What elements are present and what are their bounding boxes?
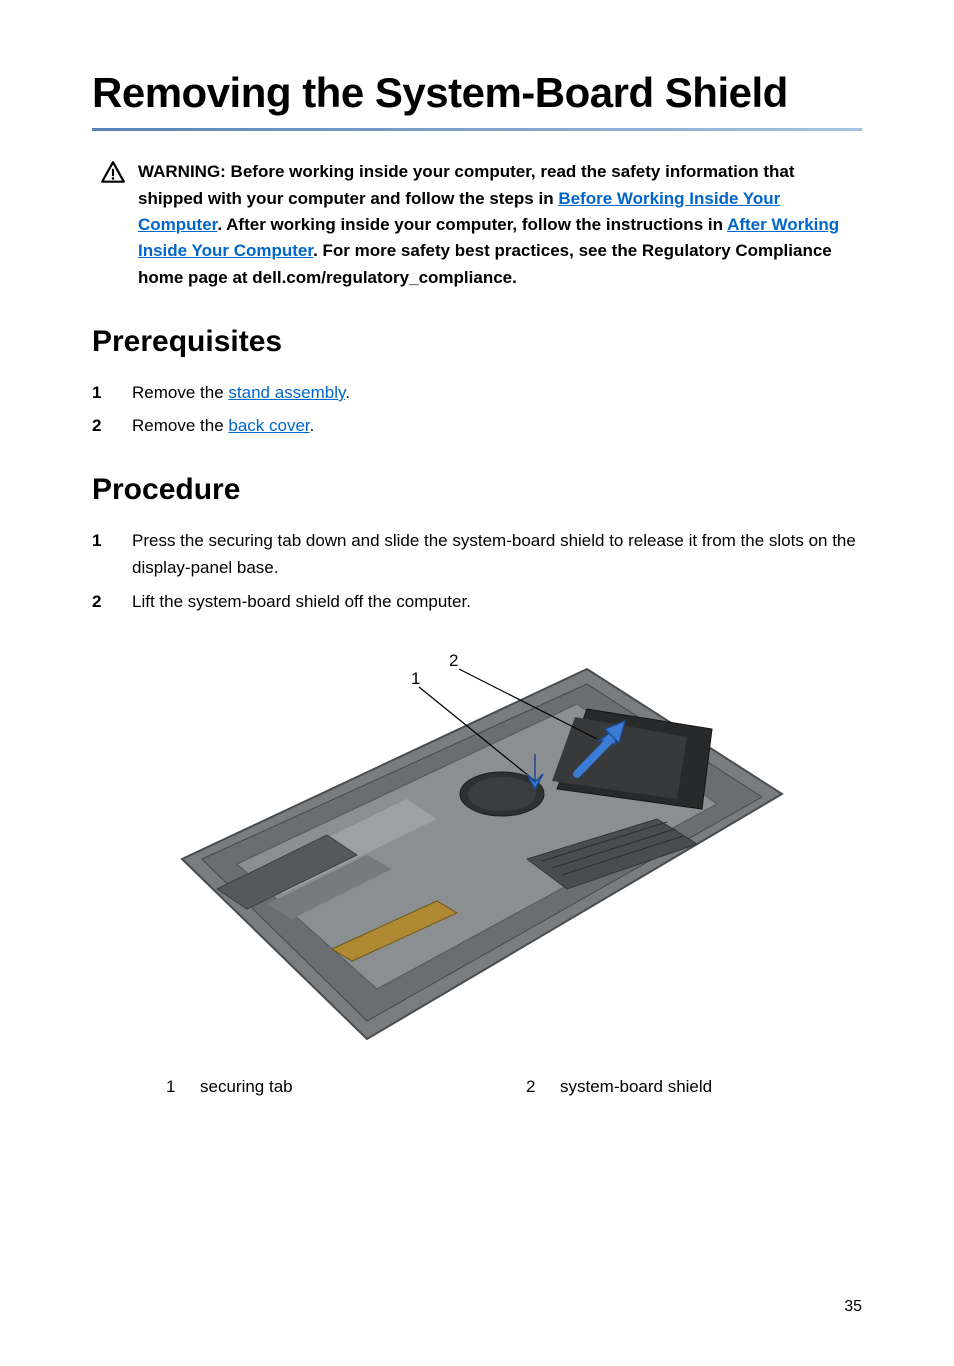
list-text: Remove the stand assembly. [132,379,350,406]
diagram-wrapper: 1 2 [92,649,862,1049]
page-number: 35 [844,1298,862,1316]
list-text: Lift the system-board shield off the com… [132,588,471,615]
warning-icon-wrapper [100,159,126,291]
list-text: Press the securing tab down and slide th… [132,527,862,581]
list-item: 1 Remove the stand assembly. [92,379,862,406]
back-cover-link[interactable]: back cover [228,416,309,435]
callout-1-label: 1 [411,669,420,689]
callout-2-label: 2 [449,651,458,671]
system-board-shield-diagram: 1 2 [157,649,797,1049]
legend-item: 1 securing tab [166,1077,502,1097]
legend-label: system-board shield [560,1077,712,1097]
computer-internals-illustration [157,649,797,1049]
list-item: 2 Lift the system-board shield off the c… [92,588,862,615]
diagram-legend: 1 securing tab 2 system-board shield [92,1077,862,1097]
list-number: 1 [92,379,104,406]
procedure-heading: Procedure [92,473,862,507]
page-title: Removing the System-Board Shield [92,70,862,116]
prerequisites-heading: Prerequisites [92,325,862,359]
list-number: 2 [92,412,104,439]
list-number: 2 [92,588,104,615]
prerequisites-list: 1 Remove the stand assembly. 2 Remove th… [92,379,862,439]
list-item: 2 Remove the back cover. [92,412,862,439]
legend-number: 2 [526,1077,536,1097]
list-number: 1 [92,527,104,581]
warning-triangle-icon [100,160,126,186]
legend-number: 1 [166,1077,176,1097]
procedure-list: 1 Press the securing tab down and slide … [92,527,862,615]
warning-middle: . After working inside your computer, fo… [217,215,727,234]
list-text: Remove the back cover. [132,412,314,439]
list-item: 1 Press the securing tab down and slide … [92,527,862,581]
title-underline [92,128,862,131]
legend-item: 2 system-board shield [526,1077,862,1097]
warning-block: WARNING: Before working inside your comp… [92,159,862,291]
stand-assembly-link[interactable]: stand assembly [228,383,345,402]
legend-label: securing tab [200,1077,293,1097]
warning-text: WARNING: Before working inside your comp… [138,159,862,291]
